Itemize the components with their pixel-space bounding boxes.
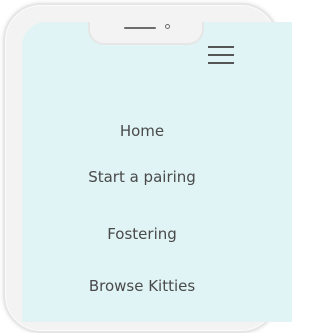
phone-frame: Home Start a pairing Fostering Browse Ki… — [3, 3, 292, 333]
hamburger-line-top — [208, 46, 234, 48]
camera-icon — [165, 24, 170, 29]
speaker-icon — [124, 27, 156, 29]
hamburger-line-bottom — [208, 62, 234, 64]
hamburger-line-middle — [208, 54, 234, 56]
phone-screen: Home Start a pairing Fostering Browse Ki… — [22, 22, 292, 322]
phone-notch — [88, 22, 204, 45]
nav-item-home[interactable]: Home — [22, 122, 277, 140]
nav-item-fostering[interactable]: Fostering — [22, 225, 277, 243]
hamburger-menu-icon[interactable] — [208, 43, 234, 65]
nav-item-browse-kitties[interactable]: Browse Kitties — [22, 277, 277, 295]
nav-item-start-pairing[interactable]: Start a pairing — [22, 168, 277, 186]
